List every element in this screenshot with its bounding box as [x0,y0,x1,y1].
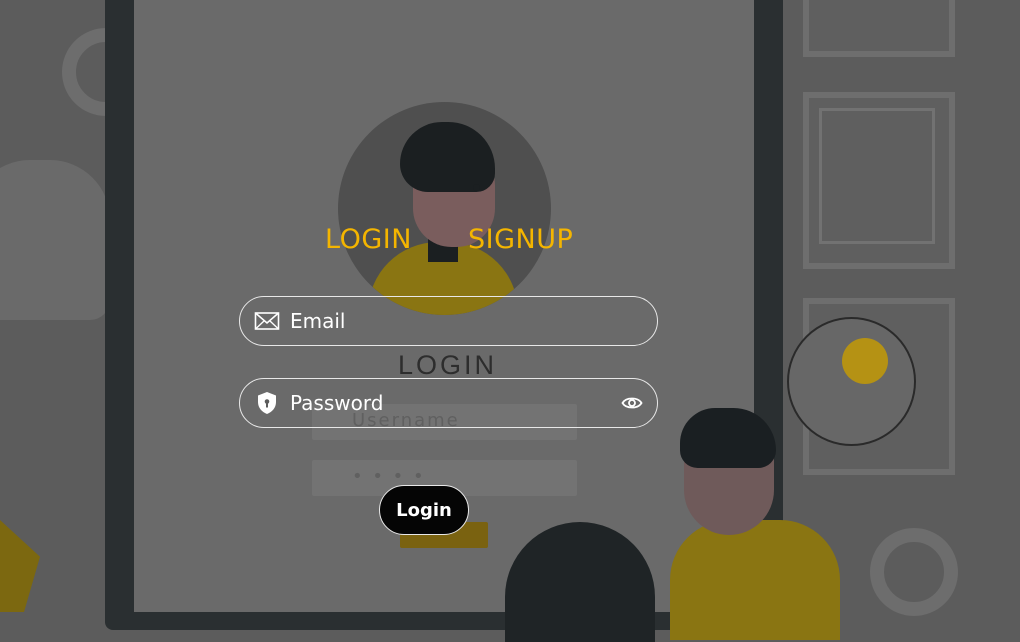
email-field[interactable] [239,296,658,346]
background-person-body [670,520,840,640]
background-leaf [0,520,40,612]
background-login-title: LOGIN [398,350,498,380]
login-button[interactable]: Login [379,485,469,535]
key-icon [842,338,888,384]
auth-tabs: LOGIN SIGNUP [0,224,1020,264]
email-input[interactable] [290,297,610,344]
shield-lock-icon [258,392,276,414]
password-field[interactable] [239,378,658,428]
avatar [338,102,551,315]
tab-signup[interactable]: SIGNUP [468,224,573,255]
envelope-icon [254,312,280,330]
background-password-text: • • • • [352,466,426,487]
gear-icon [870,528,958,616]
background-panel [803,0,955,57]
speech-bubble [787,317,916,446]
eye-icon[interactable] [621,394,643,412]
password-input[interactable] [290,379,610,426]
tab-login[interactable]: LOGIN [325,224,412,255]
